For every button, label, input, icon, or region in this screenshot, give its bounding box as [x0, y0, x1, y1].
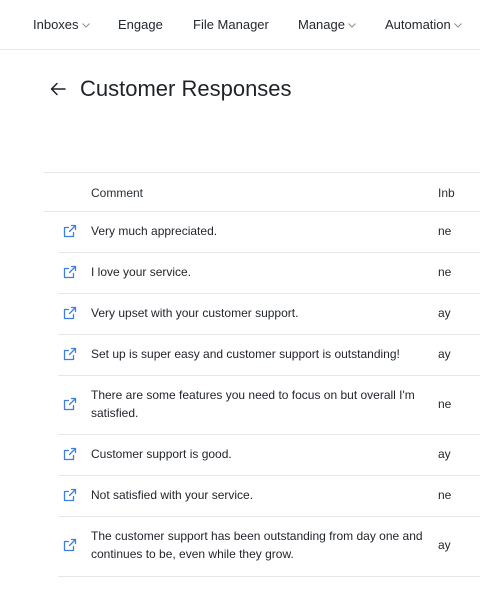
nav-automation-label: Automation: [385, 17, 451, 32]
inbox-cell: ne: [438, 397, 452, 411]
comment-text: Very upset with your customer support.: [91, 306, 299, 320]
external-link-icon[interactable]: [62, 346, 78, 362]
external-link-icon[interactable]: [62, 537, 78, 553]
nav-inboxes-label: Inboxes: [33, 17, 79, 32]
chevron-down-icon: [81, 23, 90, 28]
inbox-cell: ay: [438, 538, 451, 552]
page-header: Customer Responses: [48, 74, 292, 104]
external-link-icon[interactable]: [62, 305, 78, 321]
comment-text: Set up is super easy and customer suppor…: [91, 347, 400, 361]
comment-text: Not satisfied with your service.: [91, 488, 254, 502]
table-row: The customer support has been outstandin…: [58, 517, 480, 577]
inbox-cell: ay: [438, 447, 451, 461]
table-row: Set up is super easy and customer suppor…: [58, 335, 480, 376]
inbox-cell: ne: [438, 488, 452, 502]
inbox-cell: ay: [438, 306, 451, 320]
nav-inboxes[interactable]: Inboxes: [33, 17, 90, 33]
comment-text: There are some features you need to focu…: [91, 388, 415, 420]
comment-text: Customer support is good.: [91, 447, 232, 461]
inbox-cell: ne: [438, 265, 452, 279]
inbox-cell: ay: [438, 347, 451, 361]
comment-text: I love your service.: [91, 265, 192, 279]
comment-text: The customer support has been outstandin…: [91, 529, 423, 561]
chevron-down-icon: [453, 23, 462, 28]
table-row: Very upset with your customer support. ay: [58, 294, 480, 335]
external-link-icon[interactable]: [62, 487, 78, 503]
table-body: Very much appreciated. ne I love your serv…: [44, 212, 480, 577]
nav-engage[interactable]: Engage: [118, 17, 163, 33]
external-link-icon[interactable]: [62, 264, 78, 280]
external-link-icon[interactable]: [62, 223, 78, 239]
nav-manage-label: Manage: [298, 17, 345, 32]
external-link-icon[interactable]: [62, 396, 78, 412]
responses-table: Comment Inb Very much appreciated. ne I lo…: [44, 172, 480, 577]
table-row: Customer support is good. ay: [58, 435, 480, 476]
column-header-inbox[interactable]: Inb: [438, 186, 455, 200]
arrow-left-icon[interactable]: [48, 79, 68, 99]
nav-manage[interactable]: Manage: [298, 17, 356, 33]
comment-text: Very much appreciated.: [91, 224, 218, 238]
nav-automation[interactable]: Automation: [385, 17, 462, 33]
table-row: There are some features you need to focu…: [58, 376, 480, 435]
table-header: Comment Inb: [44, 172, 480, 212]
inbox-cell: ne: [438, 224, 452, 238]
nav-engage-label: Engage: [118, 17, 163, 32]
table-row: Not satisfied with your service. ne: [58, 476, 480, 517]
table-row: Very much appreciated. ne: [58, 212, 480, 253]
page-title: Customer Responses: [80, 76, 292, 101]
top-navigation: Inboxes Engage File Manager Manage Autom…: [0, 0, 480, 50]
external-link-icon[interactable]: [62, 446, 78, 462]
column-header-comment[interactable]: Comment: [91, 186, 143, 200]
nav-file-manager[interactable]: File Manager: [193, 17, 269, 33]
table-row: I love your service. ne: [58, 253, 480, 294]
chevron-down-icon: [348, 23, 356, 28]
nav-file-manager-label: File Manager: [193, 17, 269, 32]
